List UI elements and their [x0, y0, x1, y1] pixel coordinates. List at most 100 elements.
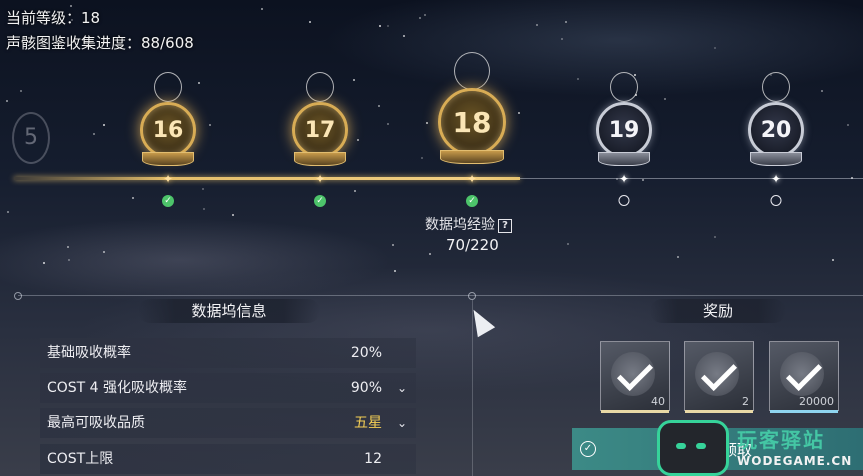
star-dot — [561, 38, 563, 40]
level-node-17[interactable]: 17 ✦ ✓ — [260, 60, 380, 270]
level-medal: 17 — [292, 102, 348, 158]
star-dot — [394, 270, 396, 272]
current-level-label: 当前等级： — [6, 9, 82, 27]
level-pedestal — [294, 152, 346, 166]
section-divider — [18, 295, 863, 296]
reward-section-title: 奖励 — [650, 299, 786, 323]
help-icon[interactable]: ? — [498, 219, 512, 233]
star-dot — [309, 21, 311, 23]
reward-quantity: 2 — [742, 395, 749, 408]
experience-value: 70/220 — [446, 236, 499, 254]
reward-rarity-bar — [770, 410, 838, 413]
level-bottle-icon — [610, 72, 638, 102]
star-dot — [20, 90, 22, 92]
star-dot — [847, 124, 849, 126]
level-pedestal — [598, 152, 650, 166]
star-dot — [536, 24, 538, 26]
reward-item-3[interactable]: 20000 — [769, 341, 839, 413]
level-bottle-icon — [306, 72, 334, 102]
star-dot — [68, 259, 70, 261]
info-row-label: 基础吸收概率 — [47, 345, 131, 361]
current-level-row: 当前等级：18 — [6, 6, 194, 31]
collection-progress-row: 声骸图鉴收集进度：88/608 — [6, 31, 194, 56]
watermark-en-text: WODEGAME.CN — [737, 454, 853, 468]
level-bottle-icon — [154, 72, 182, 102]
star-dot — [43, 262, 45, 264]
star-dot — [403, 35, 405, 37]
track-sparkle-icon: ✦ — [314, 172, 326, 186]
star-dot — [379, 25, 381, 27]
star-dot — [103, 251, 105, 253]
previous-level-node[interactable]: 5 — [12, 112, 50, 164]
track-sparkle-icon: ✦ — [770, 172, 782, 186]
star-dot — [387, 25, 389, 27]
star-dot — [387, 123, 389, 125]
info-row-max-quality[interactable]: 最高可吸收品质 五星 ⌄ — [40, 408, 416, 438]
claimed-check-icon: ✓ — [162, 195, 174, 207]
star-dot — [6, 100, 8, 102]
chevron-down-icon[interactable]: ⌄ — [394, 373, 410, 403]
track-sparkle-icon: ✦ — [162, 172, 174, 186]
info-row-label: 最高可吸收品质 — [47, 415, 145, 431]
divider-dot-left — [14, 292, 22, 300]
reward-item-1[interactable]: 40 — [600, 341, 670, 413]
level-pedestal — [750, 152, 802, 166]
info-row-value: 90% — [350, 380, 382, 396]
divider-dot-center — [468, 292, 476, 300]
star-dot — [261, 8, 263, 10]
info-row-value: 12 — [364, 451, 382, 467]
star-dot — [93, 133, 95, 135]
level-bottle-icon — [762, 72, 790, 102]
reward-quantity: 40 — [651, 395, 665, 408]
logo-eye — [676, 443, 686, 449]
reward-rarity-bar — [601, 410, 669, 413]
level-node-19[interactable]: 19 ✦ — [564, 60, 684, 270]
info-row-value: 20% — [350, 345, 382, 361]
level-bottle-icon — [454, 52, 490, 90]
experience-label: 数据坞经验? — [425, 214, 512, 234]
current-level-value: 18 — [81, 9, 101, 27]
unclaimed-circle-icon — [618, 195, 630, 206]
level-node-20[interactable]: 20 ✦ — [716, 60, 836, 270]
level-medal: 18 — [438, 88, 506, 156]
claimed-check-icon: ✓ — [466, 195, 478, 207]
level-medal: 20 — [748, 102, 804, 158]
check-circle-icon: ✓ — [580, 441, 596, 457]
robot-logo-icon — [657, 420, 729, 476]
star-dot — [67, 246, 69, 248]
star-dot — [565, 21, 567, 23]
level-medal: 19 — [596, 102, 652, 158]
level-pedestal — [440, 150, 504, 164]
info-section-title: 数据坞信息 — [138, 299, 320, 323]
reward-quantity: 20000 — [799, 395, 834, 408]
chevron-down-icon[interactable]: ⌄ — [394, 408, 410, 438]
level-medal: 16 — [140, 102, 196, 158]
info-row-cost4-absorb[interactable]: COST 4 强化吸收概率 90% ⌄ — [40, 373, 416, 403]
star-dot — [7, 211, 9, 213]
star-dot — [419, 17, 421, 19]
collection-progress-value: 88/608 — [141, 34, 194, 52]
info-row-label: COST上限 — [47, 451, 114, 467]
reward-item-2[interactable]: 2 — [684, 341, 754, 413]
star-dot — [424, 14, 426, 16]
level-pedestal — [142, 152, 194, 166]
info-row-base-absorb: 基础吸收概率 20% — [40, 338, 416, 368]
level-node-16[interactable]: 16 ✦ ✓ — [108, 60, 228, 270]
collection-progress-label: 声骸图鉴收集进度： — [6, 34, 142, 52]
claimed-check-icon: ✓ — [314, 195, 326, 207]
track-sparkle-icon: ✦ — [618, 172, 630, 186]
info-row-label: COST 4 强化吸收概率 — [47, 380, 188, 396]
star-dot — [232, 214, 234, 216]
mouse-cursor-icon — [464, 304, 496, 338]
star-dot — [103, 124, 105, 126]
unclaimed-circle-icon — [770, 195, 782, 206]
track-sparkle-icon: ✦ — [466, 172, 478, 186]
star-dot — [714, 47, 716, 49]
site-watermark: 玩客驿站 WODEGAME.CN — [657, 420, 863, 476]
reward-rarity-bar — [685, 410, 753, 413]
info-row-value: 五星 — [354, 415, 382, 431]
star-dot — [392, 244, 394, 246]
header-info: 当前等级：18 声骸图鉴收集进度：88/608 — [6, 6, 194, 56]
watermark-cn-text: 玩客驿站 — [737, 428, 825, 452]
info-row-cost-limit: COST上限 12 — [40, 444, 416, 474]
